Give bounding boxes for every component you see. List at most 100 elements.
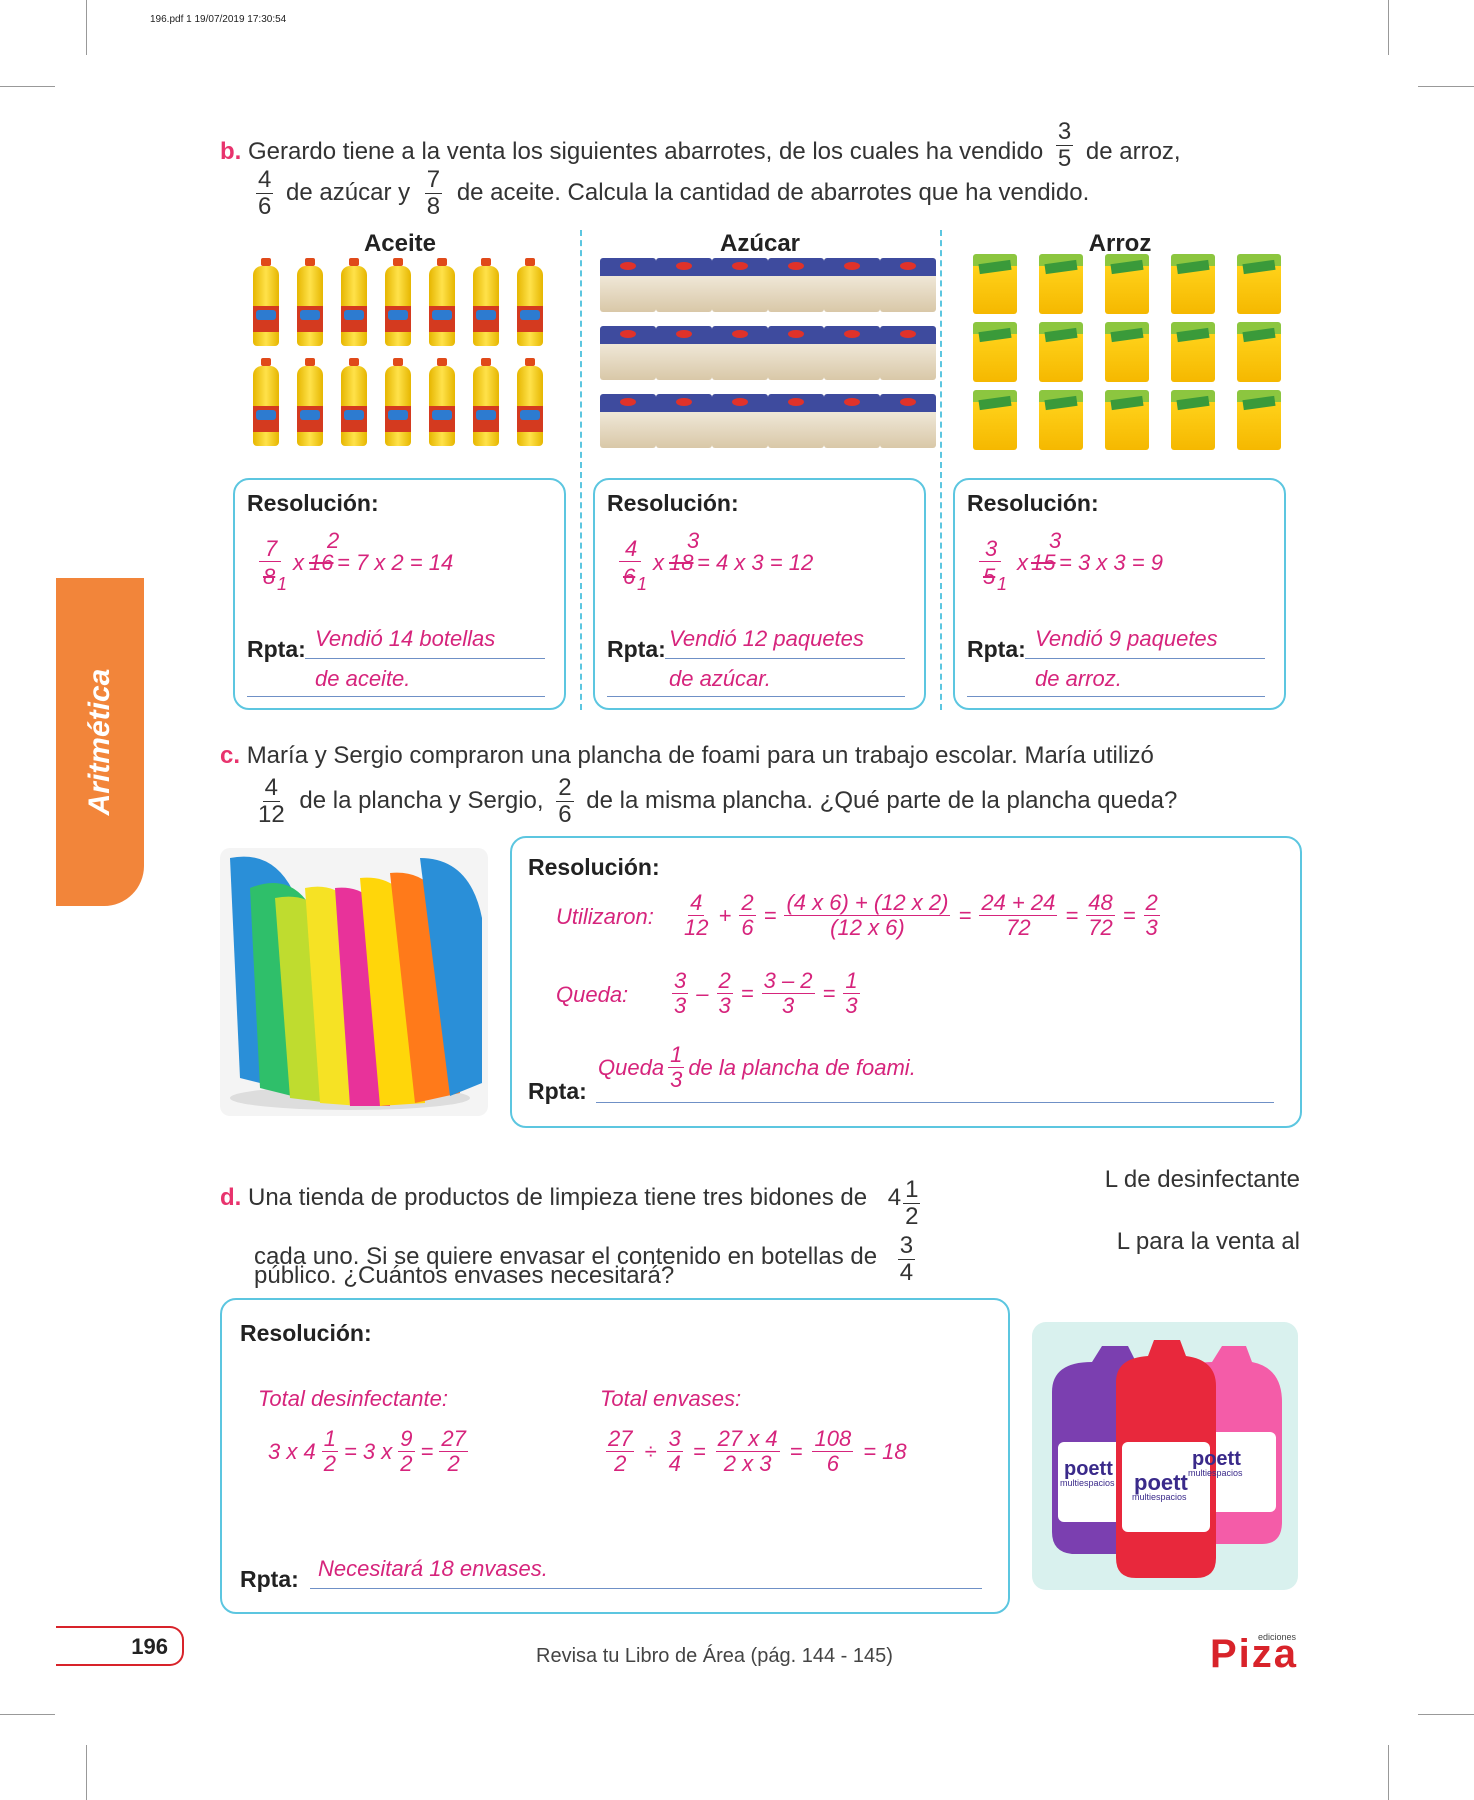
oil-bottle-icon (473, 358, 499, 446)
resolution-box-c: Resolución: Utilizaron: 4 12 + 26 = (4 x … (510, 836, 1302, 1128)
oil-bottle-icon (253, 258, 279, 346)
brand-sub: multiespacios (1132, 1492, 1187, 1502)
rice-bag-icon (1105, 254, 1149, 314)
queda-label: Queda: (556, 982, 629, 1007)
problem-b-line2: 46 de azúcar y 78 de aceite. Calcula la … (256, 166, 1090, 220)
crop-mark (1418, 1714, 1474, 1715)
rice-bag-icon (973, 254, 1017, 314)
utilizaron-label: Utilizaron: (556, 904, 654, 929)
heading-total-desinfectante: Total desinfectante: (258, 1386, 448, 1411)
oil-bottle-icon (341, 258, 367, 346)
problem-letter: b. (220, 137, 242, 165)
oil-bottle-icon (297, 358, 323, 446)
resolution-math: 7 8 1 x 16 2 = 7 x 2 = 14 (259, 528, 539, 594)
sugar-bags-image (600, 258, 936, 448)
publisher-logo: Piza (1210, 1632, 1299, 1676)
divider (940, 230, 942, 710)
poett-bottles-image: poett multiespacios poett multiespacios … (1032, 1322, 1298, 1590)
fraction: 78 (424, 166, 443, 220)
sugar-bag-icon (600, 326, 656, 380)
resolution-box-d: Resolución: Total desinfectante: Total e… (220, 1298, 1010, 1614)
answer-line (665, 658, 905, 659)
sugar-bag-icon (880, 394, 936, 448)
utilizaron-equation: 4 12 + 26 = (4 x 6) + (12 x 2) (12 x 6) = … (684, 890, 1160, 940)
footer-note: Revisa tu Libro de Área (pág. 144 - 145) (536, 1645, 893, 1667)
brand-sub: multiespacios (1060, 1478, 1115, 1488)
answer-line (967, 696, 1265, 697)
fraction: 34 (897, 1232, 916, 1286)
answer-line (1025, 658, 1265, 659)
sugar-bag-icon (656, 326, 712, 380)
sugar-bag-icon (880, 258, 936, 312)
rice-bag-icon (1171, 254, 1215, 314)
foami-illustration (230, 856, 482, 1110)
sugar-bag-icon (656, 258, 712, 312)
sugar-bag-icon (712, 326, 768, 380)
resolution-math: 4 6 1 x 18 3 = 4 x 3 = 12 (619, 528, 899, 594)
queda-equation: 33 – 23 = 3 – 23 = 13 (672, 968, 860, 1018)
answer: Vendió 9 paquetes (1035, 626, 1218, 651)
rice-bag-icon (1237, 254, 1281, 314)
problem-c-line1: c. María y Sergio compraron una plancha … (220, 742, 1154, 769)
pdf-header: 196.pdf 1 19/07/2019 17:30:54 (150, 14, 287, 25)
equation-total-envases: 27 2 ÷ 34 = 27 x 42 x 3 = 108 6 = 18 (606, 1426, 907, 1476)
problem-d-line1: d. Una tienda de productos de limpieza t… (220, 1166, 1300, 1230)
resolution-box-aceite: Resolución: 7 8 1 x 16 2 = 7 x 2 = 14 Rp… (233, 478, 566, 710)
oil-bottle-icon (429, 358, 455, 446)
problem-letter: c. (220, 742, 241, 769)
sugar-bag-icon (824, 258, 880, 312)
fraction: 35 (1055, 118, 1074, 172)
answer-line (310, 1588, 982, 1589)
rice-bag-icon (1237, 322, 1281, 382)
rice-bag-icon (1039, 390, 1083, 450)
oil-bottle-icon (385, 358, 411, 446)
title-aceite: Aceite (363, 230, 437, 257)
rice-bag-icon (973, 322, 1017, 382)
oil-bottle-icon (517, 358, 543, 446)
crop-mark (1388, 0, 1389, 55)
answer-line (247, 696, 545, 697)
oil-bottles-image (244, 258, 552, 446)
oil-bottle-icon (253, 358, 279, 446)
rice-bag-icon (1039, 322, 1083, 382)
rice-bag-icon (1171, 322, 1215, 382)
answer-line (607, 696, 905, 697)
side-tab-label: Aritmética (83, 668, 116, 816)
resolution-math: 3 5 1 x 15 3 = 3 x 3 = 9 (979, 528, 1259, 594)
brand-sub: multiespacios (1188, 1468, 1243, 1478)
title-azucar: Azúcar (719, 230, 801, 257)
fraction: 12 (903, 1176, 921, 1230)
rice-bags-image (962, 254, 1292, 450)
rice-bag-icon (1105, 390, 1149, 450)
rice-bag-icon (1039, 254, 1083, 314)
oil-bottle-icon (341, 358, 367, 446)
crop-mark (86, 0, 87, 55)
answer: Queda 13 de la plancha de foami. (598, 1042, 916, 1092)
foami-sheets-image (220, 848, 488, 1116)
rice-bag-icon (1237, 390, 1281, 450)
sugar-bag-icon (768, 258, 824, 312)
sugar-bag-icon (600, 258, 656, 312)
answer-line (305, 658, 545, 659)
crop-mark (0, 86, 55, 87)
sugar-bag-icon (768, 326, 824, 380)
resolution-box-azucar: Resolución: 4 6 1 x 18 3 = 4 x 3 = 12 Rp… (593, 478, 926, 710)
equation-total-desinfectante: 3 x 4 12 = 3 x 92 = 27 2 (268, 1426, 468, 1476)
page-number: 196 (131, 1634, 168, 1659)
rice-bag-icon (1171, 390, 1215, 450)
crop-mark (1418, 86, 1474, 87)
sugar-bag-icon (824, 326, 880, 380)
crop-mark (1388, 1745, 1389, 1800)
oil-bottle-icon (517, 258, 543, 346)
rice-bag-icon (1105, 322, 1149, 382)
sugar-bag-icon (880, 326, 936, 380)
heading-total-envases: Total envases: (600, 1386, 742, 1411)
divider (580, 230, 582, 710)
answer-line (596, 1102, 1274, 1103)
fraction: 26 (556, 774, 574, 828)
oil-bottle-icon (429, 258, 455, 346)
sugar-bag-icon (824, 394, 880, 448)
problem-b-line1: b. Gerardo tiene a la venta los siguient… (220, 118, 1181, 172)
fraction: 4 12 (258, 774, 285, 828)
sugar-bag-icon (656, 394, 712, 448)
